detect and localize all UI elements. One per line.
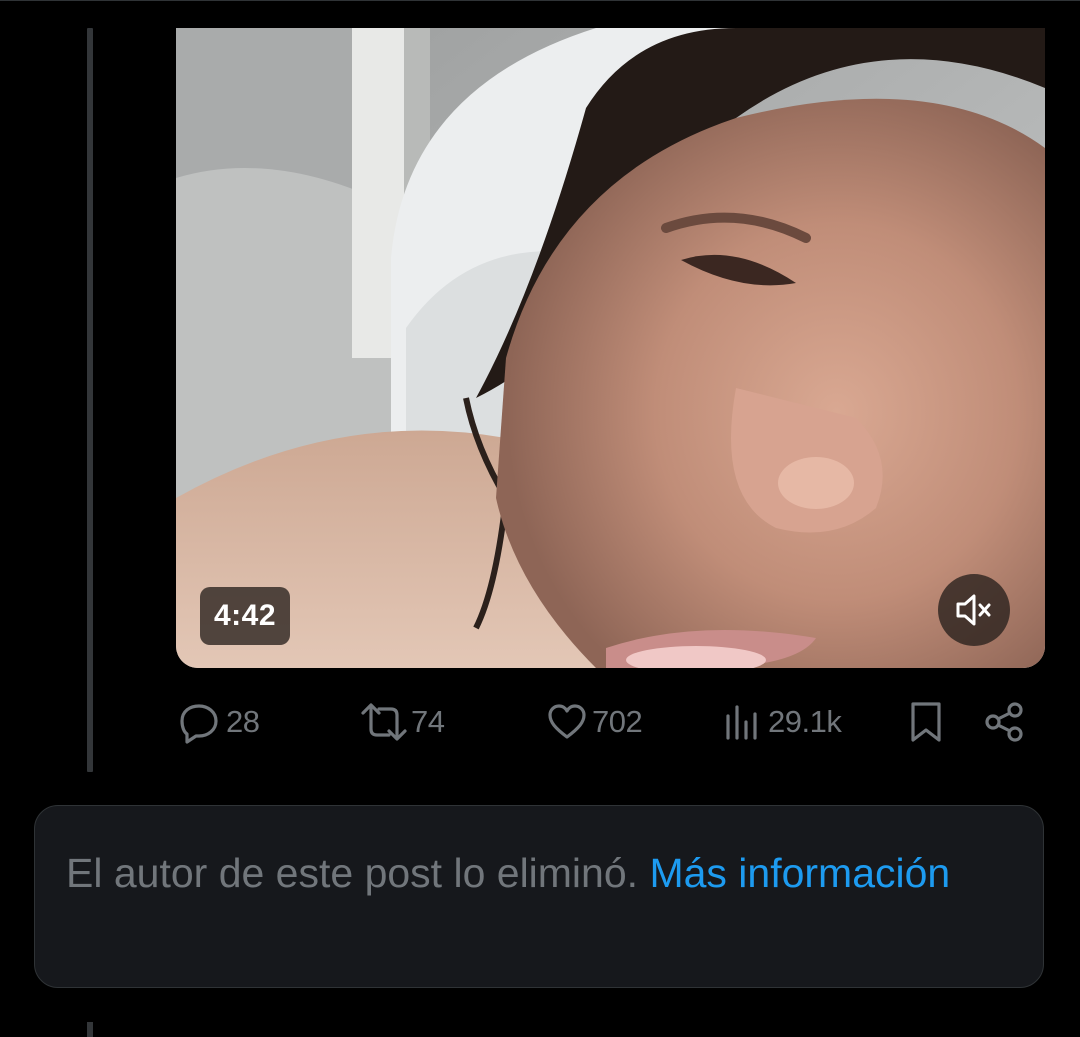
post-thread-view: 4:42 28 74 702 29.1k El autor de este po… [0,0,1080,1037]
speaker-muted-icon [956,594,991,626]
views-button[interactable]: 29.1k [722,694,842,750]
video-duration-badge: 4:42 [200,587,291,645]
bookmark-icon [911,702,941,742]
deleted-post-notice: El autor de este post lo eliminó. Más in… [34,805,1044,988]
more-info-link[interactable]: Más información [649,850,950,896]
deleted-post-message: El autor de este post lo eliminó. [66,850,639,896]
top-divider [0,0,1080,1]
thread-connector-line [87,28,93,772]
heart-icon [548,704,586,739]
bookmark-button[interactable] [905,694,947,750]
video-frame [176,28,1045,668]
repost-icon [361,703,407,741]
like-button[interactable]: 702 [546,694,643,750]
reply-button[interactable]: 28 [176,694,260,750]
reply-icon [180,704,218,744]
repost-button[interactable]: 74 [357,694,445,750]
repost-count: 74 [411,704,445,739]
unmute-button[interactable] [938,574,1010,646]
views-icon [726,705,757,740]
video-player[interactable]: 4:42 [176,28,1045,668]
views-count: 29.1k [768,704,842,739]
reply-count: 28 [226,704,260,739]
share-icon [985,702,1023,742]
like-count: 702 [592,704,643,739]
thread-connector-line-bottom [87,1022,93,1037]
share-button[interactable] [982,694,1026,750]
post-action-bar: 28 74 702 29.1k [0,694,1080,750]
